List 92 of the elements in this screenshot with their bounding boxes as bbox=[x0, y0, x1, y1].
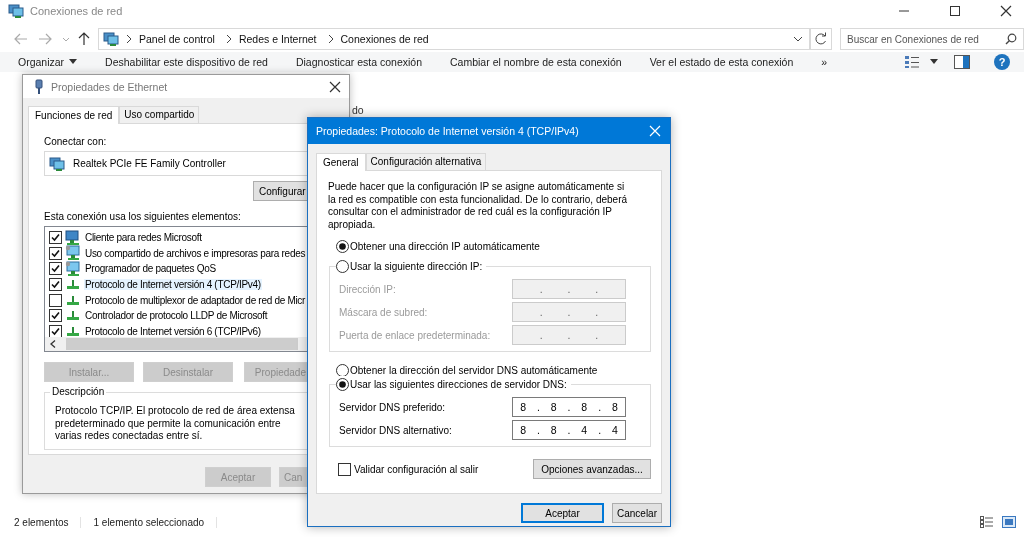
ip-address-field[interactable]: 8 . 8 . 8 . 8 bbox=[512, 397, 626, 417]
protocol-component-icon bbox=[67, 280, 79, 290]
service-component-icon bbox=[65, 261, 81, 277]
checkbox[interactable] bbox=[49, 231, 62, 245]
field-label: Dirección IP: bbox=[339, 283, 396, 295]
checkbox[interactable] bbox=[49, 278, 62, 292]
search-icon[interactable] bbox=[1005, 33, 1017, 45]
group-title: Descripción bbox=[50, 386, 107, 397]
label: Esta conexión usa los siguientes elementos: bbox=[44, 211, 242, 222]
checkbox[interactable] bbox=[49, 309, 62, 323]
checkbox[interactable] bbox=[49, 293, 62, 307]
maximize-icon[interactable] bbox=[949, 5, 961, 17]
checkbox[interactable] bbox=[338, 462, 351, 476]
protocol-component-icon bbox=[67, 326, 79, 336]
field-label: Servidor DNS preferido: bbox=[339, 401, 446, 413]
network-folder-icon bbox=[8, 3, 24, 19]
radio-label[interactable]: Obtener una dirección IP automáticamente bbox=[350, 240, 540, 252]
tab[interactable]: Funciones de red bbox=[28, 106, 120, 124]
button[interactable]: Aceptar bbox=[521, 503, 604, 523]
radio-label[interactable]: Obtener la dirección del servidor DNS automáticamente bbox=[350, 364, 598, 376]
label: Conectar con: bbox=[44, 136, 108, 147]
more-commands-button[interactable]: » bbox=[821, 56, 828, 68]
tab[interactable]: General bbox=[316, 153, 366, 171]
chevron-icon bbox=[125, 34, 133, 44]
list-item[interactable]: Protocolo de Internet versión 6 (TCP/IPv6) bbox=[84, 325, 262, 337]
checkbox[interactable] bbox=[49, 246, 62, 260]
breadcrumb[interactable]: Redes e Internet bbox=[238, 33, 317, 45]
checkbox[interactable] bbox=[49, 324, 62, 338]
radio-button[interactable] bbox=[336, 363, 349, 377]
tab[interactable]: Configuración alternativa bbox=[365, 153, 487, 170]
window-title: Conexiones de red bbox=[30, 5, 123, 17]
field-label: Máscara de subred: bbox=[339, 306, 428, 318]
configure-button[interactable]: Configurar bbox=[253, 181, 307, 201]
horizontal-scrollbar[interactable] bbox=[45, 337, 307, 351]
field-label: Servidor DNS alternativo: bbox=[339, 424, 452, 436]
toolbar-command[interactable]: Organizar bbox=[18, 56, 78, 68]
button[interactable]: Cancelar bbox=[612, 503, 662, 523]
radio-button[interactable] bbox=[336, 239, 349, 253]
ip-address-field[interactable]: 8 . 8 . 4 . 4 bbox=[512, 420, 626, 440]
search-input[interactable]: Buscar en Conexiones de red bbox=[841, 33, 1005, 45]
tab[interactable]: Uso compartido bbox=[119, 106, 200, 123]
view-options-icon[interactable] bbox=[904, 55, 920, 69]
protocol-component-icon bbox=[67, 295, 79, 305]
chevron-icon bbox=[326, 34, 335, 44]
toolbar-command[interactable]: Diagnosticar esta conexión bbox=[295, 56, 423, 68]
address-bar[interactable]: Panel de control Redes e Internet Conexiones de red bbox=[98, 28, 810, 50]
service-component-icon bbox=[65, 245, 81, 262]
radio-label[interactable]: Usar la siguiente dirección IP: bbox=[350, 260, 483, 272]
help-button[interactable]: ? bbox=[994, 54, 1010, 70]
field-label: Puerta de enlace predeterminada: bbox=[339, 329, 491, 341]
close-icon[interactable] bbox=[1000, 5, 1012, 17]
ethernet-icon bbox=[33, 78, 45, 95]
list-item[interactable]: Programador de paquetes QoS bbox=[84, 263, 217, 275]
refresh-icon[interactable] bbox=[810, 28, 832, 50]
toolbar-command[interactable]: Ver el estado de esta conexión bbox=[649, 56, 794, 68]
dropdown-icon[interactable] bbox=[793, 35, 803, 43]
scroll-left-icon[interactable] bbox=[50, 340, 56, 348]
status-text: 2 elementos bbox=[14, 516, 82, 528]
checkbox-label[interactable]: Validar configuración al salir bbox=[354, 463, 479, 475]
status-text: 1 elemento seleccionado bbox=[93, 516, 218, 528]
toolbar-command[interactable]: Deshabilitar este dispositivo de red bbox=[105, 56, 268, 68]
intro-text: Puede hacer que la configuración IP se asigne automáticamente si la red es compatible con esta funcionalidad. De lo contrario, deberá consultar con el administrador de red cuál es la configuración IP apropiada. bbox=[328, 181, 629, 231]
large-icons-view-icon[interactable] bbox=[1002, 516, 1016, 528]
dialog-title: Propiedades: Protocolo de Internet versión 4 (TCP/IPv4) bbox=[316, 125, 579, 137]
toolbar-command[interactable]: Cambiar el nombre de esta conexión bbox=[450, 56, 622, 68]
breadcrumb[interactable]: Panel de control bbox=[139, 33, 215, 45]
caret-icon[interactable] bbox=[930, 59, 938, 65]
dialog-title: Propiedades de Ethernet bbox=[51, 80, 168, 93]
caret-icon bbox=[69, 59, 78, 65]
up-arrow-icon[interactable] bbox=[78, 32, 90, 46]
details-view-icon[interactable] bbox=[980, 516, 994, 528]
breadcrumb[interactable]: Conexiones de red bbox=[340, 33, 429, 45]
list-item[interactable]: Controlador de protocolo LLDP de Microsoft bbox=[84, 310, 269, 322]
search-box[interactable]: Buscar en Conexiones de red bbox=[840, 28, 1024, 50]
protocol-component-icon bbox=[67, 311, 79, 321]
description-text: Protocolo TCP/IP. El protocolo de red de área extensa predeterminado que permite la comunicación entre varias redes conectadas entre sí. bbox=[55, 405, 295, 443]
radio-button[interactable] bbox=[336, 377, 349, 391]
adapter-name: Realtek PCIe FE Family Controller bbox=[73, 158, 226, 169]
item-label: do bbox=[352, 104, 364, 116]
radio-button[interactable] bbox=[336, 259, 349, 273]
network-folder-icon bbox=[103, 31, 119, 47]
client-component-icon bbox=[65, 229, 81, 246]
close-icon[interactable] bbox=[329, 80, 341, 93]
advanced-options-button[interactable]: Opciones avanzadas... bbox=[533, 459, 651, 479]
list-item[interactable]: Protocolo de multiplexor de adaptador de red de Micr bbox=[84, 294, 307, 306]
checkbox[interactable] bbox=[49, 262, 62, 276]
list-item[interactable]: Protocolo de Internet versión 4 (TCP/IPv4) bbox=[84, 279, 262, 291]
list-item[interactable]: Cliente para redes Microsoft bbox=[84, 232, 203, 244]
preview-pane-icon[interactable] bbox=[954, 55, 970, 69]
network-adapter-icon bbox=[49, 155, 65, 172]
list-item[interactable]: Uso compartido de archivos e impresoras para redes bbox=[84, 247, 307, 259]
chevron-icon bbox=[224, 34, 233, 44]
